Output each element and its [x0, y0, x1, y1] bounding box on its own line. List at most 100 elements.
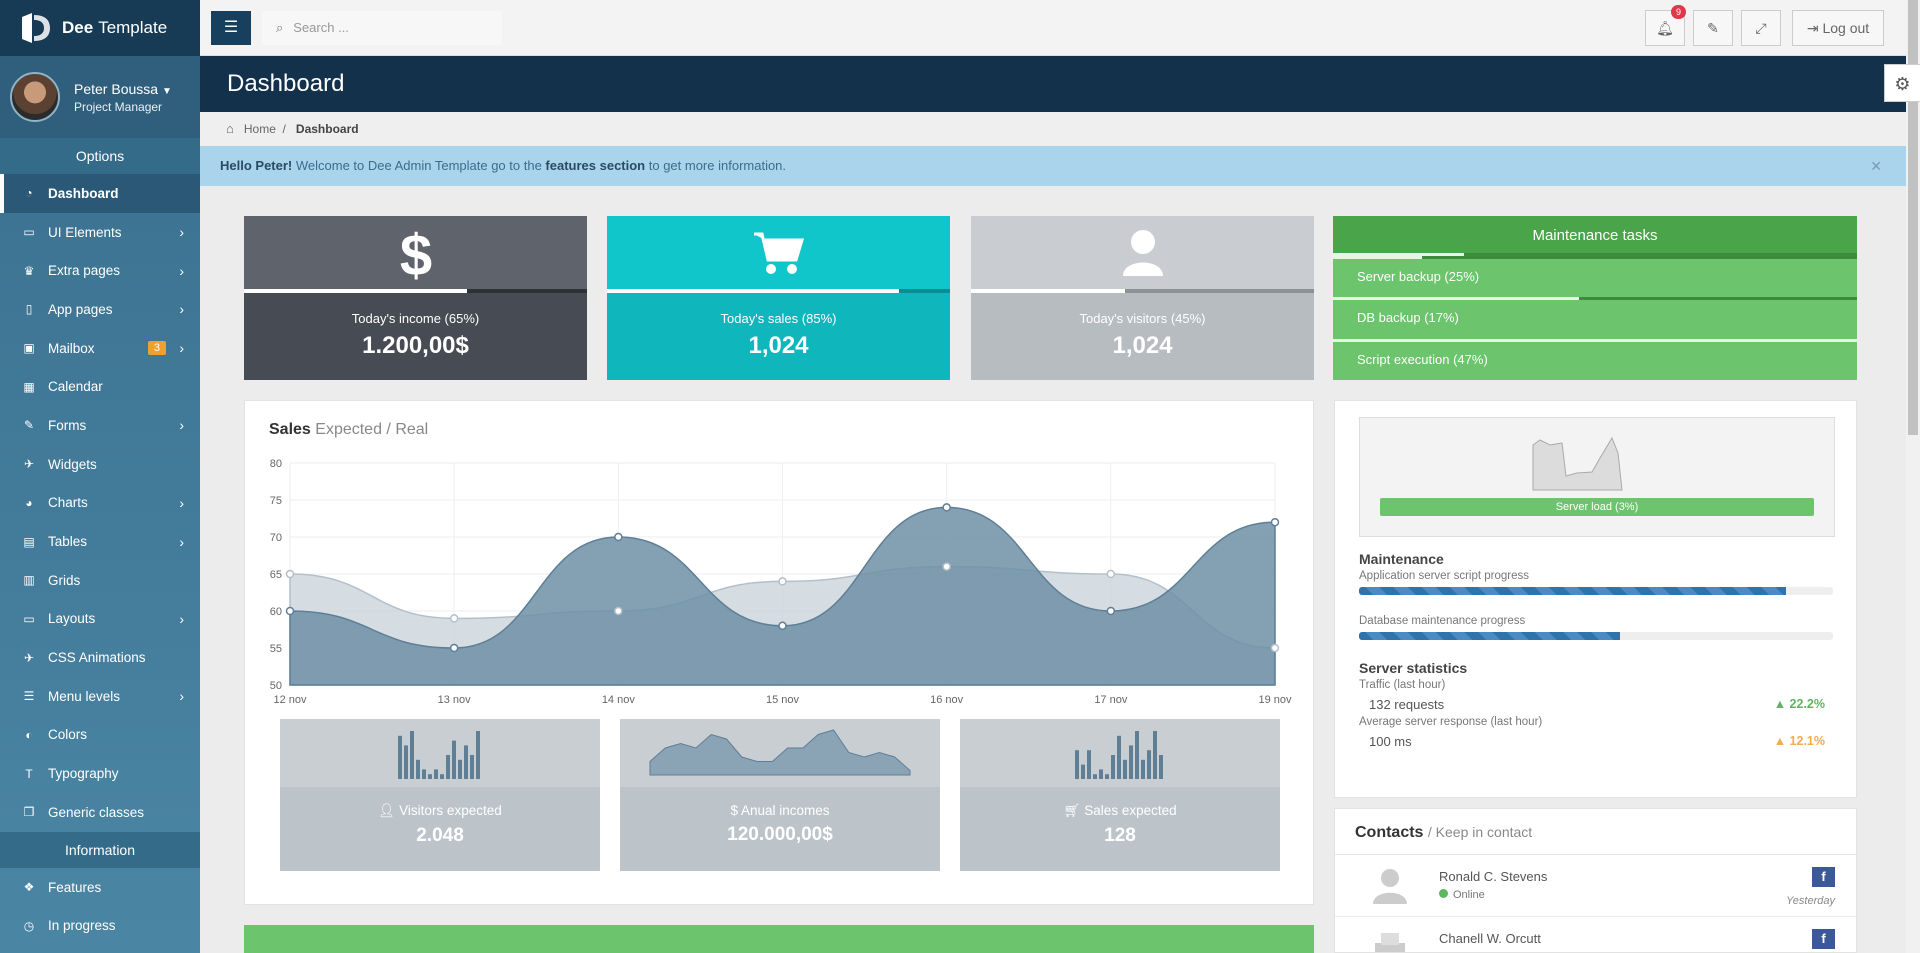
contacts-subtitle: / Keep in contact: [1427, 824, 1533, 840]
brand-logo[interactable]: Dee Template: [0, 0, 200, 56]
file-icon: ▯: [25, 302, 33, 317]
brand-bold: Dee: [62, 18, 94, 37]
sidebar-item-grids[interactable]: ▥ Grids: [0, 561, 200, 600]
contact-status: Online: [1439, 889, 1485, 901]
sidebar-item-generic-classes[interactable]: ❒ Generic classes: [0, 793, 200, 832]
logo-icon: [22, 13, 50, 43]
home-icon[interactable]: ⌂: [226, 121, 234, 136]
user-icon: [1373, 869, 1407, 904]
app-progress-bar: [1359, 587, 1833, 595]
spark-bar: [1105, 774, 1109, 779]
widget-icon: ✈: [23, 457, 35, 472]
traffic-value: 132 requests: [1369, 697, 1445, 712]
logout-button[interactable]: ⇥ Log out: [1792, 10, 1884, 46]
task-label: DB backup (17%): [1357, 310, 1459, 326]
spark-bar: [1159, 755, 1163, 779]
monitor-icon: ▭: [23, 225, 35, 240]
user-name[interactable]: Peter Boussa: [74, 81, 158, 97]
sidebar-item-label: App pages: [48, 301, 113, 317]
task-label: Server backup (25%): [1357, 269, 1480, 284]
contact-row[interactable]: Ronald C. Stevens Online f Yesterday: [1335, 855, 1856, 917]
spark-bar: [434, 769, 438, 779]
server-load-sparkline: [1532, 436, 1623, 491]
notifications-button[interactable]: 🔔︎ 9: [1645, 5, 1686, 46]
spark-bar: [1087, 750, 1091, 779]
x-tick-label: 15 nov: [766, 694, 800, 706]
features-link[interactable]: features section: [545, 158, 645, 173]
spark-bar: [476, 731, 480, 779]
chevron-right-icon: ›: [179, 340, 184, 357]
mini-label: Anual incomes: [740, 803, 830, 818]
chevron-right-icon: ›: [179, 610, 184, 627]
settings-gear-button[interactable]: ⚙: [1884, 64, 1920, 102]
sidebar-item-label: Tables: [48, 534, 88, 550]
sidebar-item-tables[interactable]: ▤ Tables ›: [0, 522, 200, 561]
sales-sparkline: [1075, 731, 1163, 779]
sidebar-item-dashboard[interactable]: ◔ Dashboard: [0, 174, 200, 213]
sidebar-item-label: Generic classes: [48, 804, 145, 820]
sidebar-item-calendar[interactable]: ▦ Calendar: [0, 367, 200, 406]
sidebar-item-extra-pages[interactable]: ♛ Extra pages ›: [0, 251, 200, 290]
top-bar: ☰ ⌕ Search ... 🔔︎ 9 ✎ ⤢ ⇥ Log out: [200, 0, 1906, 56]
avatar[interactable]: [10, 72, 60, 122]
maintenance-row[interactable]: Script execution (47%): [1333, 338, 1857, 380]
sidebar-item-features[interactable]: ❖ Features: [0, 868, 200, 907]
sidebar-item-widgets[interactable]: ✈ Widgets: [0, 445, 200, 484]
sidebar-item-ui-elements[interactable]: ▭ UI Elements ›: [0, 213, 200, 252]
facebook-icon[interactable]: f: [1812, 929, 1835, 949]
data-point: [942, 562, 951, 571]
facebook-icon[interactable]: f: [1812, 867, 1835, 887]
close-icon[interactable]: ✕: [1870, 146, 1882, 186]
sidebar-item-layouts[interactable]: ▭ Layouts ›: [0, 600, 200, 639]
sidebar-item-charts[interactable]: ◕ Charts ›: [0, 484, 200, 523]
y-tick-label: 60: [270, 606, 282, 618]
user-icon: 👤︎: [378, 803, 396, 818]
list-icon: ☰: [223, 19, 239, 36]
sidebar-item-menu-levels[interactable]: ☰ Menu levels ›: [0, 677, 200, 716]
fullscreen-button[interactable]: ⤢: [1741, 10, 1781, 46]
maintenance-row[interactable]: Server backup (25%): [1333, 256, 1857, 298]
sidebar-item-forms[interactable]: ✎ Forms ›: [0, 406, 200, 445]
spark-bar: [446, 755, 450, 779]
mini-value: 2.048: [416, 825, 464, 846]
x-tick-label: 13 nov: [438, 694, 472, 706]
contact-last-seen: Yesterday: [1786, 895, 1835, 907]
sidebar-item-colors[interactable]: ◐ Colors: [0, 716, 200, 755]
spark-bar: [1147, 750, 1151, 779]
menu-toggle-button[interactable]: ☰: [211, 11, 251, 45]
contact-row[interactable]: Chanell W. Orcutt f: [1335, 917, 1856, 952]
sidebar-item-label: Widgets: [48, 456, 97, 472]
list-icon: ☰: [23, 689, 35, 704]
sidebar-item-label: CSS Animations: [48, 650, 146, 666]
sidebar-item-typography[interactable]: T Typography: [0, 754, 200, 793]
sales-title: Sales Expected / Real: [269, 421, 428, 439]
data-point: [1270, 517, 1280, 527]
sidebar-item-label: Menu levels: [48, 688, 121, 704]
alert-tail: to get more information.: [645, 158, 787, 173]
user-profile[interactable]: Peter Boussa ▼ Project Manager: [0, 56, 200, 138]
contacts-title: Contacts: [1355, 824, 1424, 841]
data-point: [449, 643, 459, 653]
breadcrumb-home[interactable]: Home: [244, 122, 276, 136]
sidebar-item-label: Typography: [48, 766, 119, 782]
search-input[interactable]: ⌕ Search ...: [262, 11, 502, 45]
chevron-right-icon: ›: [179, 417, 184, 434]
scrollbar[interactable]: [1906, 0, 1920, 953]
visitors-value: 1,024: [1112, 332, 1173, 359]
data-point: [778, 621, 787, 631]
data-point: [449, 614, 459, 623]
caret-down-icon[interactable]: ▼: [162, 86, 172, 97]
sidebar-item-app-pages[interactable]: ▯ App pages ›: [0, 290, 200, 329]
sidebar-item-mailbox[interactable]: ▣ Mailbox 3 ›: [0, 329, 200, 368]
spark-area: [649, 729, 911, 776]
sidebar-item-in-progress[interactable]: ◷ In progress: [0, 906, 200, 945]
y-tick-label: 50: [270, 680, 282, 692]
notification-badge: 9: [1670, 5, 1686, 19]
plane-icon: ✈: [23, 650, 35, 665]
contacts-header: Contacts / Keep in contact: [1335, 809, 1856, 855]
sidebar-item-css-animations[interactable]: ✈ CSS Animations: [0, 638, 200, 677]
visitors-label: Today's visitors (45%): [1079, 311, 1206, 326]
edit-icon: ✎: [23, 418, 35, 433]
maintenance-row[interactable]: DB backup (17%): [1333, 297, 1857, 339]
theme-button[interactable]: ✎: [1693, 10, 1733, 46]
